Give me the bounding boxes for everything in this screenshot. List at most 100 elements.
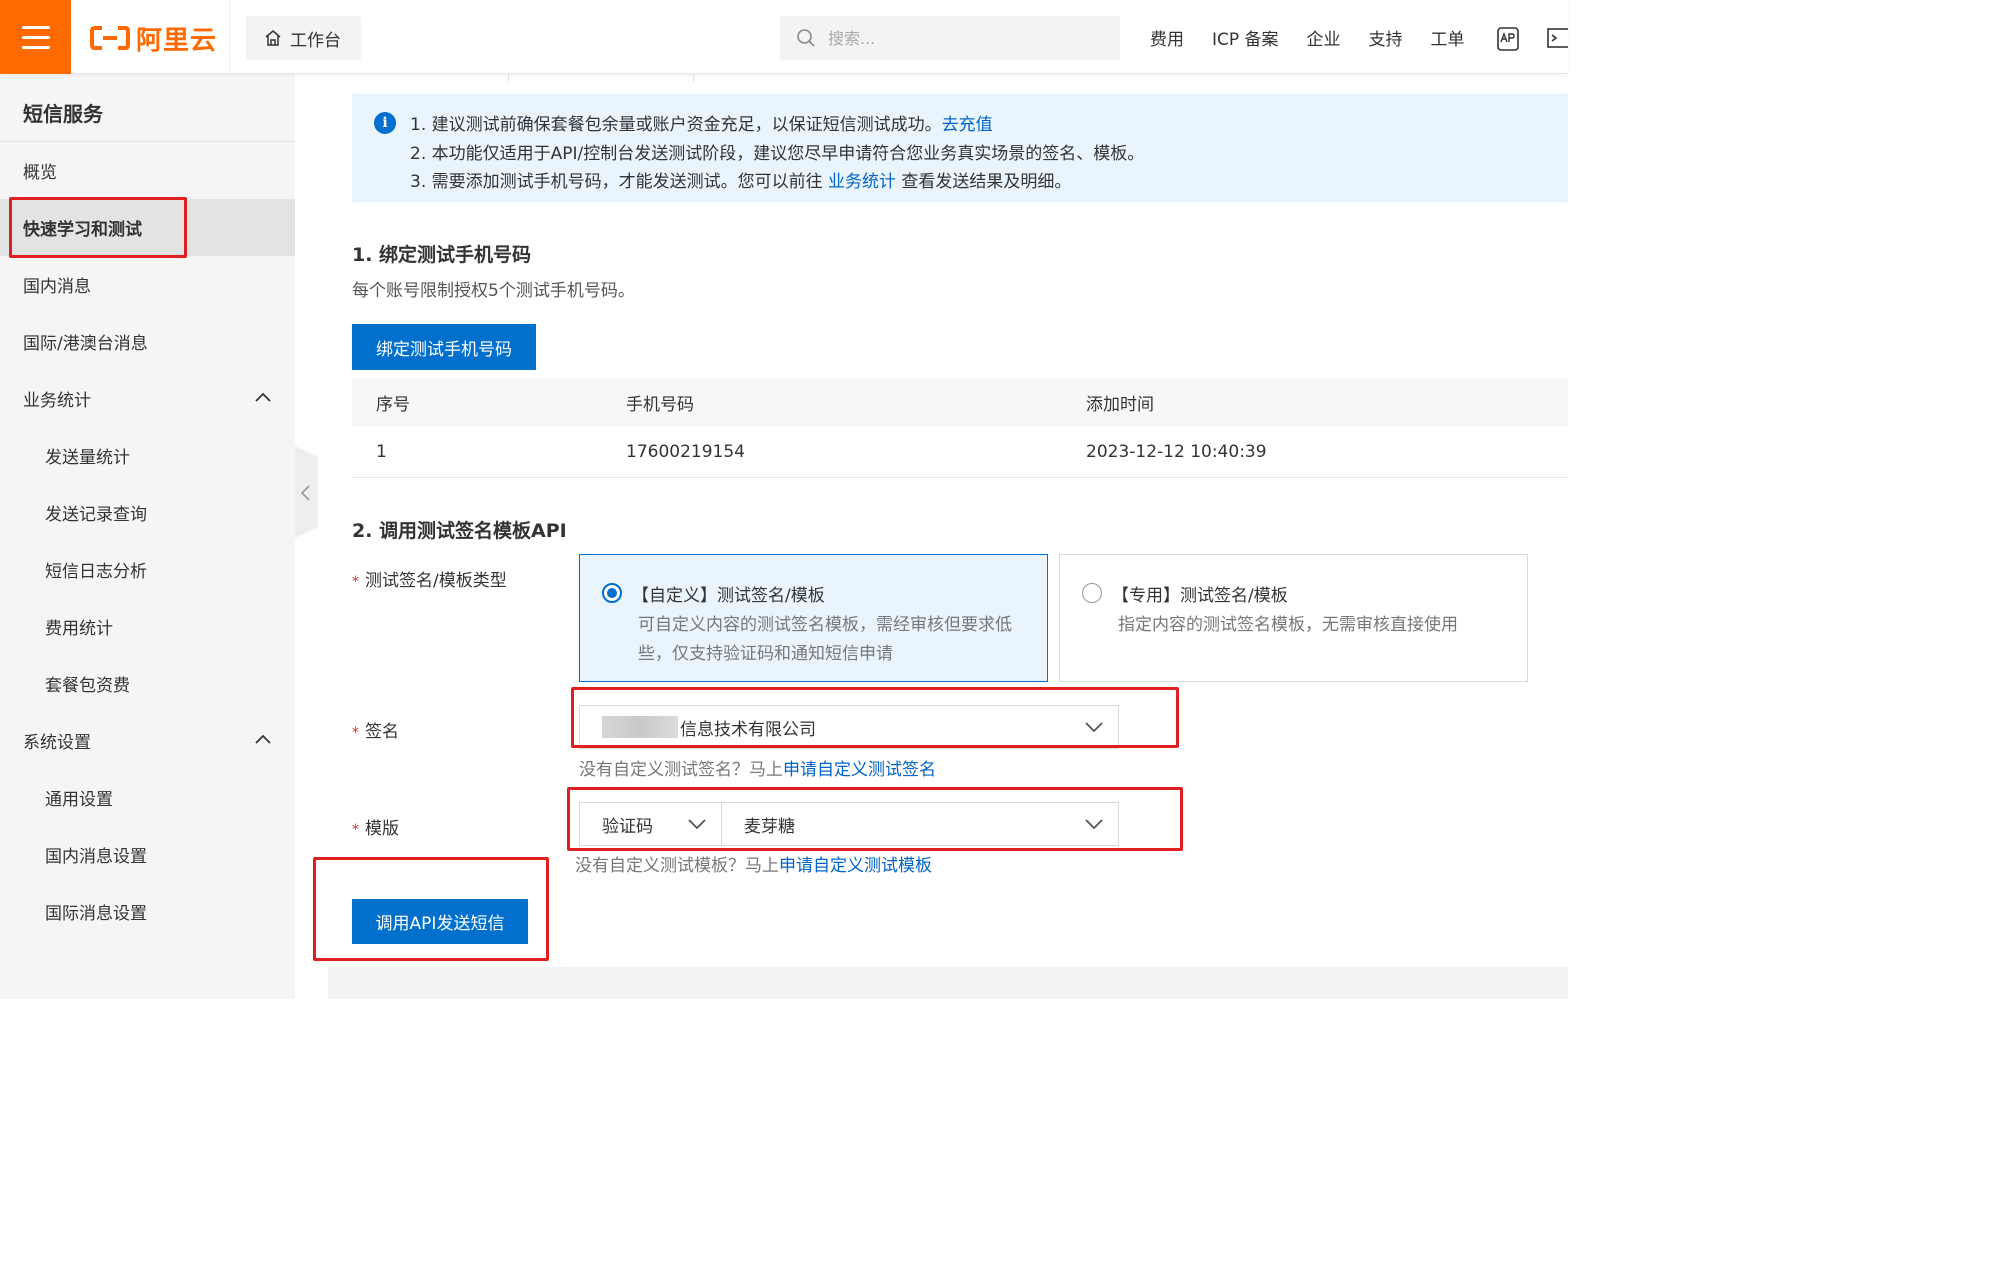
desc-line: 可自定义内容的测试签名模板，需经审核但要求低 bbox=[638, 615, 1012, 635]
sidebar-item-log-analysis[interactable]: 短信日志分析 bbox=[0, 541, 295, 598]
sidebar-item-label: 通用设置 bbox=[45, 790, 113, 810]
chevron-down-icon bbox=[1085, 722, 1103, 733]
menu-icon-bar bbox=[21, 25, 50, 29]
sign-select[interactable]: 信息技术有限公司 bbox=[579, 705, 1119, 749]
sidebar-item-label: 费用统计 bbox=[45, 619, 113, 639]
type-label: * 测试签名/模板类型 bbox=[352, 566, 507, 591]
nav-enterprise[interactable]: 企业 bbox=[1307, 25, 1341, 50]
sidebar-item-intl-settings[interactable]: 国际消息设置 bbox=[0, 883, 295, 940]
chevron-up-icon bbox=[255, 734, 271, 744]
required-mark: * bbox=[352, 725, 359, 741]
workbench-button[interactable]: 工作台 bbox=[246, 16, 361, 60]
cell-index: 1 bbox=[376, 442, 387, 462]
app-icon[interactable] bbox=[1496, 26, 1520, 52]
sidebar-item-label: 系统设置 bbox=[23, 733, 91, 753]
terminal-icon[interactable] bbox=[1546, 26, 1568, 50]
nav-ticket[interactable]: 工单 bbox=[1431, 25, 1465, 50]
sign-label: * 签名 bbox=[352, 717, 399, 742]
chevron-down-icon bbox=[1085, 819, 1103, 830]
required-mark: * bbox=[352, 574, 359, 590]
search-icon bbox=[797, 29, 815, 47]
content-card: i 1. 建议测试前确保套餐包余量或账户资金充足，以保证短信测试成功。去充值 2… bbox=[328, 74, 1568, 967]
section-title-call-api: 2. 调用测试签名模板API bbox=[352, 520, 567, 542]
column-header-index: 序号 bbox=[376, 395, 410, 415]
statistics-link[interactable]: 业务统计 bbox=[828, 172, 896, 192]
top-bar: 阿里云 工作台 费用 ICP 备案 企业 支持 工单 bbox=[0, 0, 1568, 74]
notice-line-2: 2. 本功能仅适用于API/控制台发送测试阶段，建议您尽早申请符合您业务真实场景… bbox=[410, 144, 1145, 164]
radio-special[interactable] bbox=[1082, 583, 1102, 603]
home-icon bbox=[265, 30, 281, 46]
top-nav: 费用 ICP 备案 企业 支持 工单 bbox=[1150, 0, 1465, 74]
sidebar-item-label: 国内消息 bbox=[23, 277, 91, 297]
sidebar-collapse-handle[interactable] bbox=[295, 446, 318, 538]
sidebar-item-international[interactable]: 国际/港澳台消息 bbox=[0, 313, 295, 370]
sidebar-item-send-records[interactable]: 发送记录查询 bbox=[0, 484, 295, 541]
section-desc: 每个账号限制授权5个测试手机号码。 bbox=[352, 281, 635, 301]
label-text: 签名 bbox=[365, 722, 399, 742]
option-special-desc: 指定内容的测试签名模板，无需审核直接使用 bbox=[1118, 615, 1458, 635]
sidebar-item-domestic[interactable]: 国内消息 bbox=[0, 256, 295, 313]
chevron-up-icon bbox=[255, 392, 271, 402]
nav-icp[interactable]: ICP 备案 bbox=[1212, 25, 1279, 50]
aliyun-logo[interactable]: 阿里云 bbox=[90, 20, 217, 56]
divider bbox=[229, 0, 230, 74]
menu-icon-bar bbox=[21, 45, 50, 49]
table-row: 1 17600219154 2023-12-12 10:40:39 bbox=[352, 427, 1568, 478]
nav-support[interactable]: 支持 bbox=[1369, 25, 1403, 50]
search-input[interactable] bbox=[826, 27, 1096, 49]
search-box[interactable] bbox=[780, 16, 1120, 60]
sidebar-title: 短信服务 bbox=[23, 102, 103, 126]
info-notice: i 1. 建议测试前确保套餐包余量或账户资金充足，以保证短信测试成功。去充值 2… bbox=[352, 94, 1568, 202]
main-content: i 1. 建议测试前确保套餐包余量或账户资金充足，以保证短信测试成功。去充值 2… bbox=[328, 74, 1568, 999]
label-text: 测试签名/模板类型 bbox=[365, 571, 507, 591]
sidebar-item-label: 国际消息设置 bbox=[45, 904, 147, 924]
sidebar-item-label: 业务统计 bbox=[23, 391, 91, 411]
template-type-select[interactable]: 验证码 bbox=[579, 802, 722, 846]
apply-template-link[interactable]: 申请自定义测试模板 bbox=[779, 856, 932, 876]
apply-sign-link[interactable]: 申请自定义测试签名 bbox=[783, 760, 936, 780]
notice-text: 1. 建议测试前确保套餐包余量或账户资金充足，以保证短信测试成功。 bbox=[410, 115, 942, 135]
send-sms-button[interactable]: 调用API发送短信 bbox=[352, 899, 528, 944]
label-text: 模版 bbox=[365, 819, 399, 839]
sign-value: 信息技术有限公司 bbox=[680, 719, 816, 740]
sidebar-item-label: 概览 bbox=[23, 163, 57, 183]
sidebar-item-domestic-settings[interactable]: 国内消息设置 bbox=[0, 826, 295, 883]
sidebar-item-quick-start[interactable]: 快速学习和测试 bbox=[0, 199, 295, 256]
sidebar-item-statistics[interactable]: 业务统计 bbox=[0, 370, 295, 427]
notice-line-3: 3. 需要添加测试手机号码，才能发送测试。您可以前往 业务统计 查看发送结果及明… bbox=[410, 167, 1071, 192]
chevron-down-icon bbox=[688, 819, 706, 830]
notice-text: 3. 需要添加测试手机号码，才能发送测试。您可以前往 bbox=[410, 172, 829, 192]
sidebar-item-label: 短信日志分析 bbox=[45, 562, 147, 582]
sidebar-item-package-fees[interactable]: 套餐包资费 bbox=[0, 655, 295, 712]
template-value: 麦芽糖 bbox=[744, 816, 795, 837]
nav-fees[interactable]: 费用 bbox=[1150, 25, 1184, 50]
sidebar-item-cost-stats[interactable]: 费用统计 bbox=[0, 598, 295, 655]
option-custom-card[interactable]: 【自定义】测试签名/模板 可自定义内容的测试签名模板，需经审核但要求低 些，仅支… bbox=[579, 554, 1048, 682]
column-header-time: 添加时间 bbox=[1086, 395, 1154, 415]
cell-time: 2023-12-12 10:40:39 bbox=[1086, 442, 1267, 462]
sidebar-item-send-volume[interactable]: 发送量统计 bbox=[0, 427, 295, 484]
notice-text: 查看发送结果及明细。 bbox=[896, 172, 1072, 192]
desc-line: 些，仅支持验证码和通知短信申请 bbox=[638, 644, 893, 664]
section-title-bind-phone: 1. 绑定测试手机号码 bbox=[352, 244, 532, 266]
recharge-link[interactable]: 去充值 bbox=[942, 115, 993, 135]
sidebar-item-general-settings[interactable]: 通用设置 bbox=[0, 769, 295, 826]
radio-custom[interactable] bbox=[602, 583, 622, 603]
option-special-card[interactable]: 【专用】测试签名/模板 指定内容的测试签名模板，无需审核直接使用 bbox=[1059, 554, 1528, 682]
sidebar-item-label: 国内消息设置 bbox=[45, 847, 147, 867]
sidebar-item-label: 发送量统计 bbox=[45, 448, 130, 468]
option-custom-desc: 可自定义内容的测试签名模板，需经审核但要求低 些，仅支持验证码和通知短信申请 bbox=[638, 611, 1012, 669]
sign-hint: 没有自定义测试签名？马上申请自定义测试签名 bbox=[579, 755, 936, 780]
sidebar-item-system-settings[interactable]: 系统设置 bbox=[0, 712, 295, 769]
template-select[interactable]: 麦芽糖 bbox=[721, 802, 1119, 846]
bind-phone-button[interactable]: 绑定测试手机号码 bbox=[352, 324, 536, 370]
info-icon: i bbox=[374, 112, 396, 134]
logo-text: 阿里云 bbox=[136, 25, 218, 56]
chevron-left-icon bbox=[300, 485, 310, 501]
notice-line-1: 1. 建议测试前确保套餐包余量或账户资金充足，以保证短信测试成功。去充值 bbox=[410, 110, 993, 135]
menu-button[interactable] bbox=[0, 0, 71, 74]
sidebar-item-overview[interactable]: 概览 bbox=[0, 142, 295, 199]
sidebar-item-label: 套餐包资费 bbox=[45, 676, 130, 696]
hint-text: 没有自定义测试签名？马上 bbox=[579, 760, 783, 780]
template-type-value: 验证码 bbox=[602, 816, 653, 837]
